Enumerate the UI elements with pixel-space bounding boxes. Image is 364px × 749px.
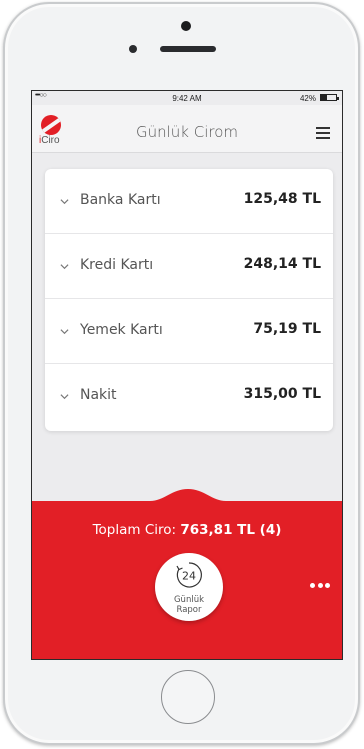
payment-row-kredi-karti[interactable]: Kredi Kartı 248,14 TL <box>45 234 333 299</box>
report-label-line1: Günlük <box>173 595 205 605</box>
payment-amount: 75,19 TL <box>253 321 321 337</box>
battery-percent: 42% <box>299 94 316 103</box>
payment-amount: 125,48 TL <box>243 191 321 207</box>
total-label: Toplam Ciro: <box>92 522 177 538</box>
earpiece-camera <box>181 21 191 31</box>
home-button[interactable] <box>161 670 215 724</box>
battery-icon <box>320 94 339 101</box>
payment-amount: 248,14 TL <box>243 256 321 272</box>
speaker-grille <box>160 46 216 52</box>
summary-panel: Toplam Ciro: 763,81 TL (4) 24 Günlük Rapo… <box>32 481 342 659</box>
payment-row-banka-karti[interactable]: Banka Kartı 125,48 TL <box>45 169 333 234</box>
status-bar: •••○○ 9:42 AM 42% <box>32 91 342 105</box>
phone-frame: •••○○ 9:42 AM 42% iCiro Günlük Cirom Ban… <box>3 2 360 745</box>
payment-label: Nakit <box>80 387 117 403</box>
chevron-down-icon <box>60 264 69 270</box>
chevron-down-icon <box>60 394 69 400</box>
report-icon-text: 24 <box>182 570 196 583</box>
status-time: 9:42 AM <box>172 94 202 103</box>
payment-list: Banka Kartı 125,48 TL Kredi Kartı 248,14… <box>45 169 333 431</box>
page-title: Günlük Cirom <box>135 123 239 141</box>
nav-bar: iCiro Günlük Cirom <box>32 105 342 153</box>
chevron-down-icon <box>60 199 69 205</box>
payment-label: Banka Kartı <box>80 192 161 208</box>
payment-label: Kredi Kartı <box>80 257 154 273</box>
battery-level <box>321 95 328 100</box>
chevron-down-icon <box>60 329 69 335</box>
report-label-line2: Rapor <box>176 605 202 615</box>
report-label: Günlük Rapor <box>155 595 223 615</box>
daily-report-button[interactable]: 24 Günlük Rapor <box>155 553 223 621</box>
payment-amount: 315,00 TL <box>243 386 321 402</box>
app-screen: •••○○ 9:42 AM 42% iCiro Günlük Cirom Ban… <box>31 90 343 660</box>
payment-label: Yemek Kartı <box>80 322 163 338</box>
total-revenue: Toplam Ciro: 763,81 TL (4) <box>32 522 342 538</box>
payment-row-nakit[interactable]: Nakit 315,00 TL <box>45 364 333 429</box>
total-value: 763,81 TL (4) <box>180 522 282 538</box>
front-camera <box>129 45 137 53</box>
more-options-icon[interactable] <box>310 583 330 588</box>
payment-row-yemek-karti[interactable]: Yemek Kartı 75,19 TL <box>45 299 333 364</box>
clock-24-icon: 24 <box>176 562 202 588</box>
menu-icon[interactable] <box>316 127 330 139</box>
